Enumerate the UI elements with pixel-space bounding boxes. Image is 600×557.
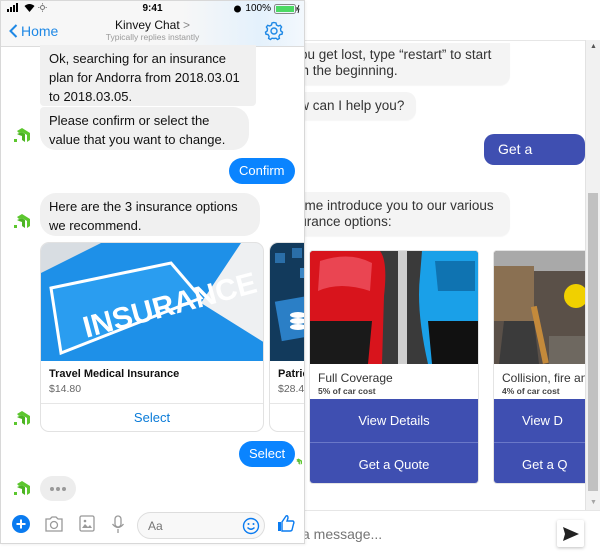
user-message: Get a Quote <box>484 134 585 188</box>
card-image-coins <box>270 243 304 361</box>
plus-icon[interactable] <box>12 515 30 533</box>
card-title: Collision, fire and <box>502 371 585 385</box>
bot-avatar-icon <box>14 214 30 228</box>
message-text: Let me introduce you to our various insu… <box>282 198 494 229</box>
get-a-quote-button[interactable]: Get a Quote <box>310 442 478 483</box>
bot-message: Let me introduce you to our various insu… <box>270 192 510 236</box>
chat-title[interactable]: Kinvey Chat > <box>1 18 304 32</box>
scrollbar[interactable]: ▲ ▼ <box>585 40 600 510</box>
gallery-icon[interactable] <box>79 515 95 532</box>
typing-indicator <box>40 476 76 501</box>
card-price: $28.4 <box>278 383 305 395</box>
message-text: Here are the 3 insurance options we reco… <box>49 199 238 233</box>
user-message-confirm: Confirm <box>229 158 295 184</box>
send-button[interactable] <box>557 520 584 547</box>
microphone-icon[interactable] <box>111 515 125 534</box>
messenger-toolbar <box>1 510 304 542</box>
user-message-select: Select <box>239 441 296 467</box>
card-title: Travel Medical Insurance <box>49 368 180 380</box>
battery-percent: 100% <box>245 3 271 14</box>
gear-icon <box>264 21 284 41</box>
card-image-firefighter <box>494 251 585 364</box>
status-bar: 9:41 100% <box>1 3 304 17</box>
bot-avatar-icon <box>14 481 30 495</box>
message-input-wrapper <box>137 512 265 539</box>
card-price: $14.80 <box>49 383 82 395</box>
card-image-insurance: INSURANCE <box>41 243 263 361</box>
card-title: Patric <box>278 368 304 380</box>
bot-avatar-icon <box>14 128 30 142</box>
scroll-down-arrow-icon[interactable]: ▼ <box>586 496 600 510</box>
message-text: Please confirm or select the value that … <box>49 113 226 147</box>
message-text: If you get lost, type “restart” to start… <box>282 47 492 78</box>
chevron-right-icon: > <box>183 18 191 32</box>
select-button[interactable] <box>270 403 304 431</box>
card-subtitle: 4% of car cost <box>502 386 560 396</box>
message-input[interactable] <box>138 513 238 538</box>
get-a-quote-button[interactable]: Get a Q <box>494 442 585 483</box>
view-details-button[interactable]: View Details <box>310 399 478 442</box>
chat-title-text: Kinvey Chat <box>114 18 180 32</box>
bot-message: Please confirm or select the value that … <box>40 107 249 150</box>
web-chat-widget: If you get lost, type “restart” to start… <box>262 0 600 557</box>
bot-message: Ok, searching for an insurance plan for … <box>40 45 256 106</box>
insurance-card: Patric $28.4 <box>269 242 305 432</box>
bot-message: If you get lost, type “restart” to start… <box>270 43 510 85</box>
card-subtitle: 5% of car cost <box>318 386 376 396</box>
scroll-up-arrow-icon[interactable]: ▲ <box>586 40 600 54</box>
read-receipt-avatar-icon <box>296 458 302 465</box>
alarm-icon <box>234 5 242 13</box>
camera-icon[interactable] <box>44 515 64 533</box>
messenger-phone: 9:41 100% Home Kinvey Chat > Typically r… <box>0 0 305 544</box>
web-composer <box>262 510 600 557</box>
message-text: Confirm <box>239 163 285 178</box>
messenger-header: 9:41 100% Home Kinvey Chat > Typically r… <box>1 1 304 47</box>
battery-icon <box>274 3 300 14</box>
view-details-button[interactable]: View D <box>494 399 585 442</box>
status-right: 100% <box>233 3 300 14</box>
chat-subtitle: Typically replies instantly <box>105 32 200 42</box>
select-button[interactable]: Select <box>41 403 263 431</box>
card-image-cars <box>310 251 478 364</box>
card-title: Full Coverage <box>318 371 393 385</box>
message-text: Select <box>249 446 286 461</box>
thumbs-up-icon[interactable] <box>277 514 295 532</box>
bot-message: Here are the 3 insurance options we reco… <box>40 193 260 236</box>
settings-button[interactable] <box>264 21 284 46</box>
emoji-icon[interactable] <box>242 517 260 535</box>
insurance-card: INSURANCE Travel Medical Insurance $14.8… <box>40 242 264 432</box>
send-icon <box>562 526 579 541</box>
insurance-card: Collision, fire and 4% of car cost View … <box>493 250 585 484</box>
message-text: Ok, searching for an insurance plan for … <box>49 51 240 104</box>
scrollbar-thumb[interactable] <box>588 193 598 491</box>
insurance-card: Full Coverage 5% of car cost View Detail… <box>309 250 479 484</box>
message-text: Get a Quote <box>498 141 537 188</box>
bot-avatar-icon <box>14 411 30 425</box>
